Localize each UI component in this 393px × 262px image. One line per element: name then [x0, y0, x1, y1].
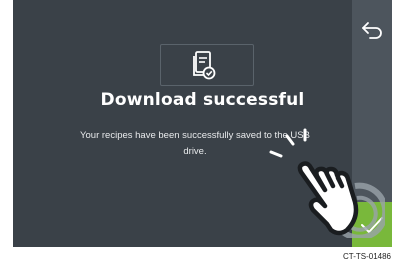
- checkmark-icon: [361, 216, 383, 233]
- message-line-1: Your recipes have been successfully save…: [80, 130, 310, 141]
- figure-code: CT-TS-01486: [342, 252, 391, 261]
- document-check-icon: [193, 51, 216, 80]
- dialog-message: Your recipes have been successfully save…: [40, 128, 350, 160]
- back-button[interactable]: [358, 17, 386, 43]
- message-line-2: drive.: [183, 146, 207, 157]
- dialog-title: Download successful: [100, 90, 305, 110]
- confirm-button[interactable]: [352, 202, 392, 247]
- device-screen: [13, 0, 392, 247]
- back-arrow-icon: [362, 22, 382, 39]
